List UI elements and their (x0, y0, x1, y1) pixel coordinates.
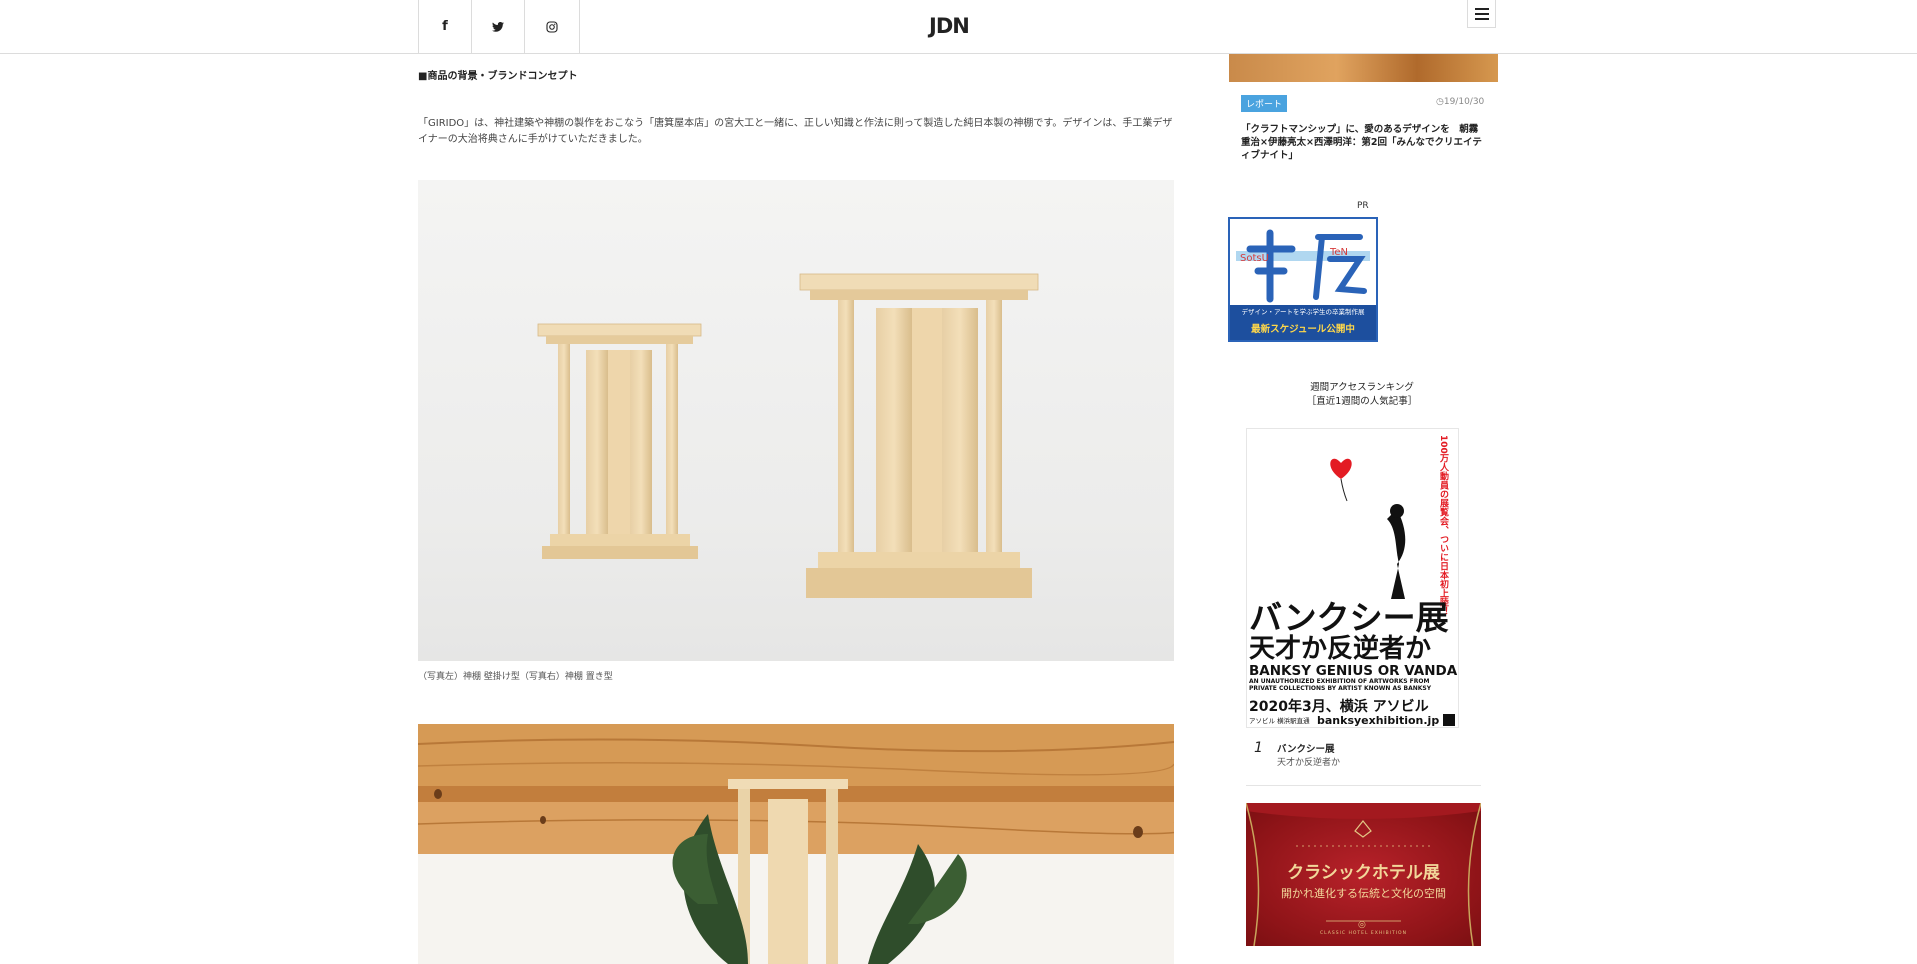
instagram-icon (546, 20, 558, 33)
article-photo-kamidana-shelf (418, 724, 1174, 964)
banksy-poster: 100万人動員の展覧会、ついに日本初上陸！ バンクシー展 天才か反逆者か BAN… (1249, 435, 1458, 727)
poster-date: 2020年3月、横浜 アソビル (1249, 698, 1429, 715)
hotel-emblem-icon: ◎ (1358, 920, 1366, 930)
related-article-title[interactable]: 「クラフトマンシップ」に、愛のあるデザインを 朝霧重治×伊藤亮太×西澤明洋：第2… (1241, 123, 1486, 162)
hamburger-icon-bar (1474, 12, 1489, 15)
related-article-thumbnail[interactable] (1229, 53, 1498, 82)
ranking-thumbnail-classic-hotel[interactable]: ◎ クラシックホテル展 開かれ進化する伝統と文化の空間 CLASSIC HOTE… (1246, 803, 1481, 946)
poster-url: banksyexhibition.jp (1317, 714, 1439, 727)
svg-text:TeN: TeN (1329, 247, 1348, 258)
pr-label: PR (1357, 201, 1369, 211)
ranking-heading-subtitle: ［直近1週間の人気記事］ (1306, 396, 1418, 407)
article-paragraph: 「GIRIDO」は、神社建築や神棚の製作をおこなう「唐箕屋本店」の宮大工と一緒に… (418, 118, 1173, 145)
article-date-text: 19/10/30 (1443, 97, 1485, 107)
pr-banner[interactable]: SotsU TeN デザイン・アートを学ぶ学生の卒業制作展 最新スケジュール公開… (1228, 217, 1378, 342)
svg-text:SotsU: SotsU (1240, 253, 1269, 264)
facebook-icon: f (442, 19, 448, 34)
kamidana-illustration (537, 273, 1039, 598)
divider (1246, 785, 1481, 786)
category-tag[interactable]: レポート (1241, 95, 1288, 112)
hotel-poster-subtitle: 開かれ進化する伝統と文化の空間 (1281, 887, 1446, 900)
hotel-poster-title: クラシックホテル展 (1287, 863, 1440, 883)
ranking-item-subtitle: 天才か反逆者か (1277, 758, 1341, 768)
poster-title-1: バンクシー展 (1249, 598, 1449, 637)
ranking-thumbnail-banksy[interactable]: 100万人動員の展覧会、ついに日本初上陸！ バンクシー展 天才か反逆者か BAN… (1246, 428, 1459, 728)
section-heading: ■商品の背景・ブランドコンセプト (418, 71, 578, 82)
menu-button[interactable] (1467, 0, 1496, 28)
photo-caption: （写真左）神棚 壁掛け型（写真右）神棚 置き型 (418, 672, 613, 682)
ranking-heading-title: 週間アクセスランキング (1310, 382, 1414, 393)
poster-vertical-text: 100万人動員の展覧会、ついに日本初上陸！ (1438, 435, 1450, 616)
shelf-illustration (418, 724, 1174, 964)
pr-banner-tagline: デザイン・アートを学ぶ学生の卒業制作展 (1230, 305, 1376, 319)
pr-banner-logo-area: SotsU TeN (1230, 219, 1376, 305)
poster-english-title: BANKSY GENIUS OR VANDAL? (1249, 663, 1458, 679)
poster-title-2: 天才か反逆者か (1249, 633, 1431, 664)
article-photo-kamidana (418, 180, 1174, 661)
clock-icon: ◷ (1436, 97, 1444, 107)
sotsuten-logo: SotsU TeN (1236, 229, 1370, 303)
pr-banner-cta: 最新スケジュール公開中 (1230, 319, 1376, 340)
twitter-icon (492, 21, 504, 32)
site-header: f JDN (0, 0, 1917, 54)
ranking-heading: 週間アクセスランキング ［直近1週間の人気記事］ (1232, 381, 1492, 409)
hotel-poster-footer: CLASSIC HOTEL EXHIBITION (1320, 931, 1407, 936)
ranking-number: 1 (1254, 740, 1263, 756)
ranking-item-title[interactable]: バンクシー展 (1277, 741, 1334, 755)
poster-venue: アソビル 横浜駅直通 (1249, 716, 1310, 725)
site-logo[interactable]: JDN (929, 14, 970, 38)
poster-english-subtitle: AN UNAUTHORIZED EXHIBITION OF ARTWORKS F… (1249, 678, 1432, 692)
article-date: ◷19/10/30 (1436, 97, 1484, 107)
hamburger-icon (1474, 7, 1489, 10)
twitter-share-button[interactable] (471, 0, 524, 53)
instagram-share-button[interactable] (524, 0, 580, 53)
hamburger-icon-bar (1474, 17, 1489, 20)
facebook-share-button[interactable]: f (418, 0, 471, 53)
